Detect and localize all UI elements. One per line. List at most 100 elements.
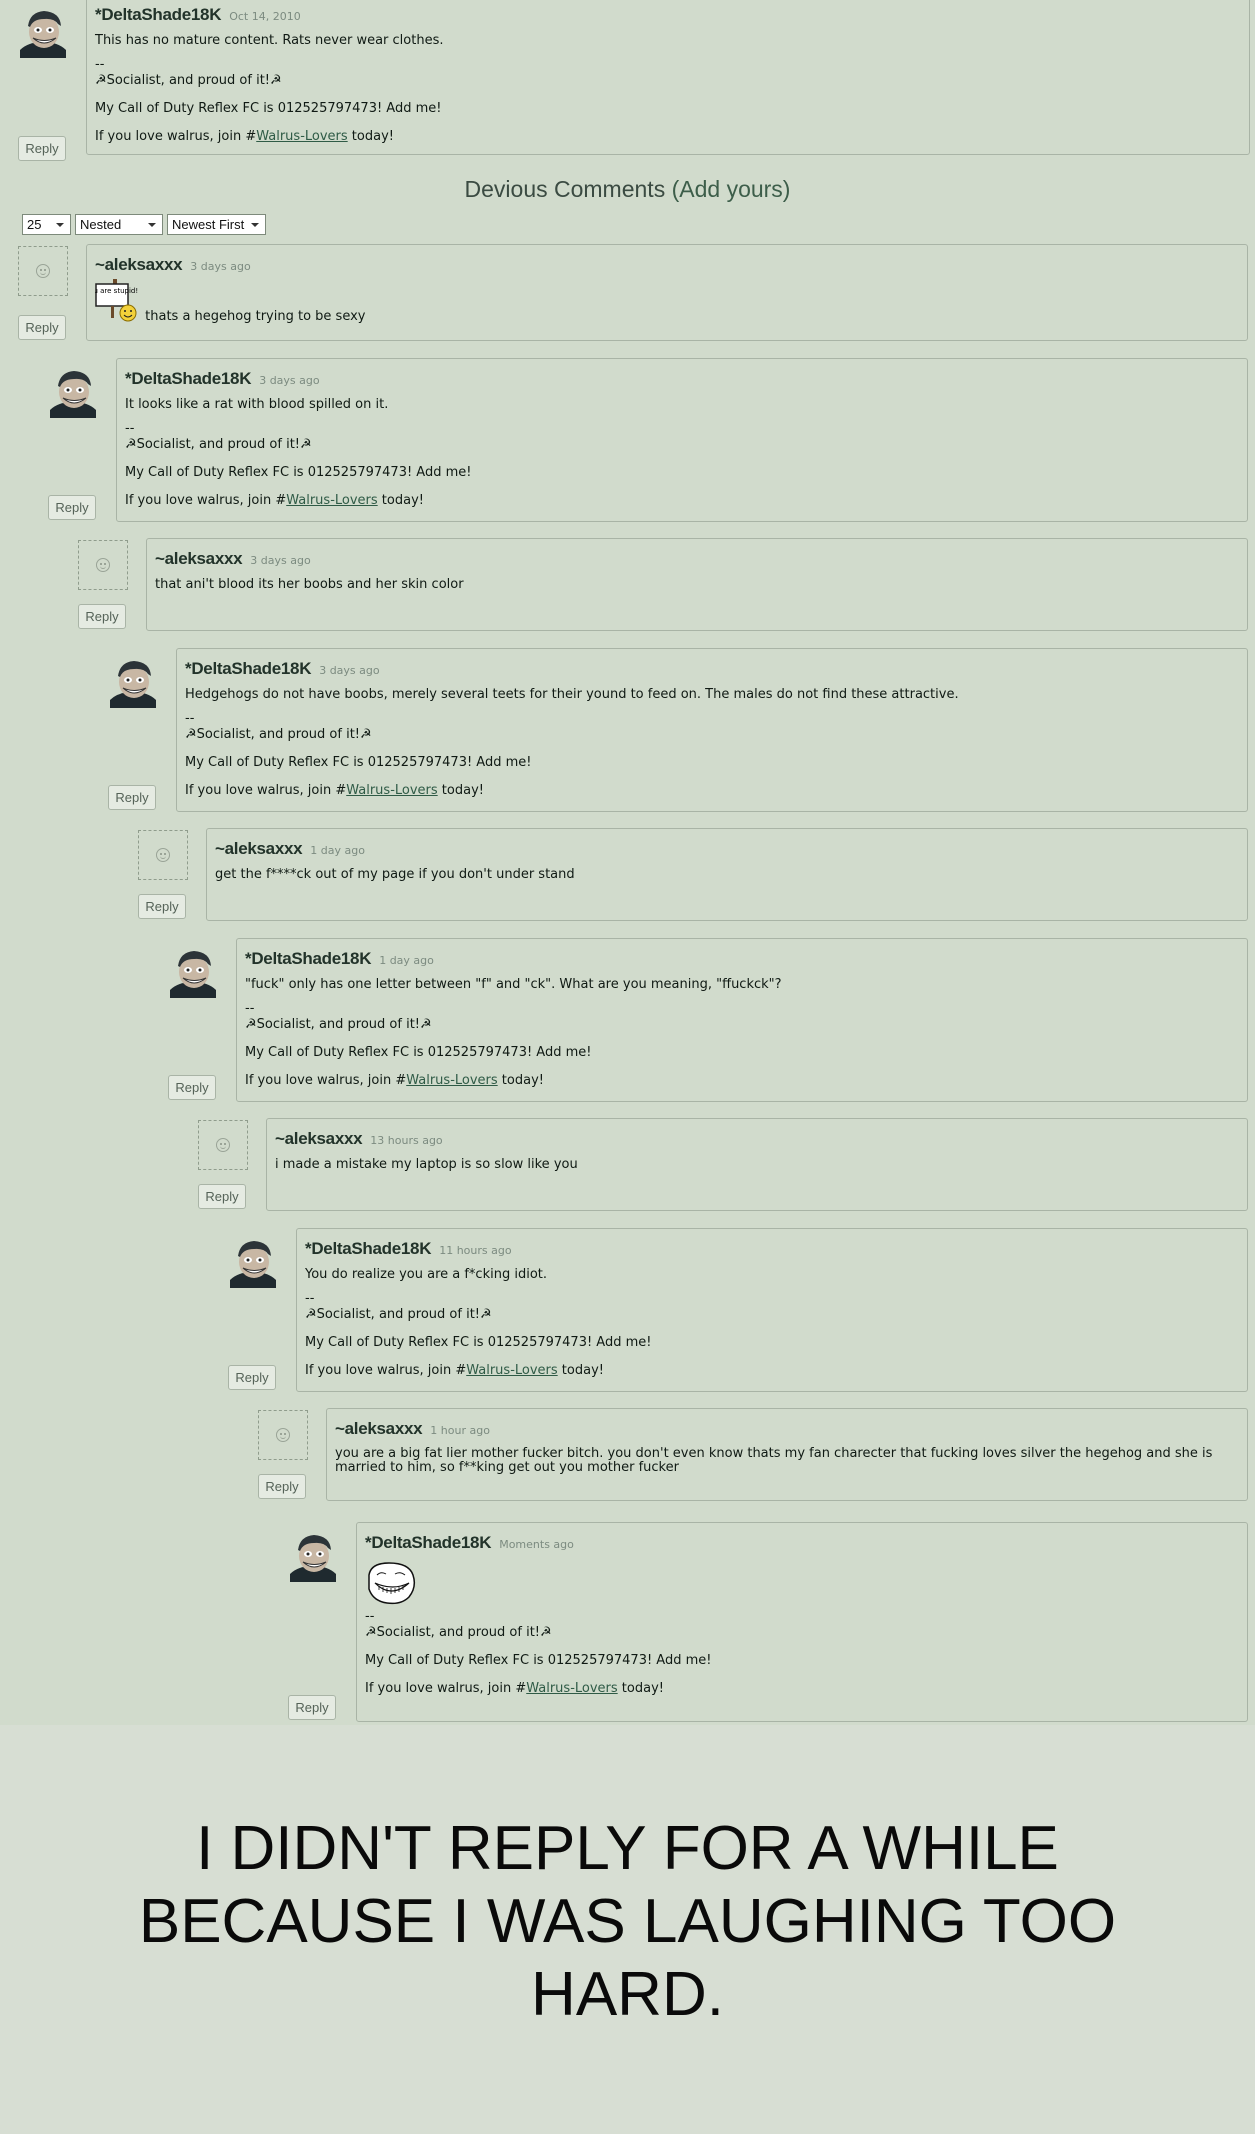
emote-text: You are stupid! xyxy=(95,287,138,295)
reply-button[interactable]: Reply xyxy=(108,785,156,810)
signature-line: My Call of Duty Reflex FC is 01252579747… xyxy=(365,1653,712,1668)
reply-button[interactable]: Reply xyxy=(168,1075,216,1100)
walrus-lovers-link[interactable]: Walrus-Lovers xyxy=(406,1073,497,1088)
reply-button[interactable]: Reply xyxy=(48,495,96,520)
comment-body: you are a big fat lier mother fucker bit… xyxy=(335,1446,1213,1475)
default-avatar[interactable] xyxy=(258,1410,308,1460)
reply-button[interactable]: Reply xyxy=(138,894,186,919)
signature-line: My Call of Duty Reflex FC is 01252579747… xyxy=(95,101,442,116)
walrus-lovers-link[interactable]: Walrus-Lovers xyxy=(346,783,437,798)
comment-box: *DeltaShade18K 1 day ago "fuck" only has … xyxy=(236,938,1248,1102)
signature-separator: -- xyxy=(95,57,105,72)
comment-author[interactable]: *DeltaShade18K xyxy=(95,5,222,24)
comment-body: that ani't blood its her boobs and her s… xyxy=(155,577,464,592)
signature-separator: -- xyxy=(245,1001,255,1016)
face-icon xyxy=(96,558,110,572)
comment-box: ~aleksaxxx 1 day ago get the f****ck out … xyxy=(206,828,1248,921)
comment-author[interactable]: *DeltaShade18K xyxy=(365,1533,492,1552)
signature: -- ☭Socialist, and proud of it!☭ My Call… xyxy=(125,421,1239,509)
default-avatar[interactable] xyxy=(78,540,128,590)
comment-author[interactable]: *DeltaShade18K xyxy=(125,369,252,388)
comment-author[interactable]: ~aleksaxxx xyxy=(335,1419,423,1438)
signature-line: ☭Socialist, and proud of it!☭ xyxy=(95,73,282,88)
signature-separator: -- xyxy=(365,1609,375,1624)
reply-button[interactable]: Reply xyxy=(228,1365,276,1390)
signature-line: If you love walrus, join #Walrus-Lovers … xyxy=(125,493,424,508)
signature-line: ☭Socialist, and proud of it!☭ xyxy=(365,1625,552,1640)
comment-time[interactable]: 1 hour ago xyxy=(430,1424,490,1437)
trollface-emote-icon xyxy=(368,1562,416,1605)
comment-time[interactable]: 3 days ago xyxy=(250,554,310,567)
user-avatar[interactable] xyxy=(108,658,158,708)
per-page-select[interactable]: 25 xyxy=(22,214,71,235)
signature-line: ☭Socialist, and proud of it!☭ xyxy=(125,437,312,452)
signature-separator: -- xyxy=(125,421,135,436)
comment-text: thats a hegehog trying to be sexy xyxy=(145,309,366,324)
comment-author[interactable]: *DeltaShade18K xyxy=(245,949,372,968)
section-title-text: Devious Comments xyxy=(464,176,666,202)
user-avatar[interactable] xyxy=(168,948,218,998)
signature-line: My Call of Duty Reflex FC is 01252579747… xyxy=(305,1335,652,1350)
default-avatar[interactable] xyxy=(138,830,188,880)
signature-line: ☭Socialist, and proud of it!☭ xyxy=(245,1017,432,1032)
walrus-lovers-link[interactable]: Walrus-Lovers xyxy=(256,129,347,144)
user-avatar[interactable] xyxy=(228,1238,278,1288)
comment-time[interactable]: 13 hours ago xyxy=(370,1134,442,1147)
comment-body: get the f****ck out of my page if you do… xyxy=(215,867,575,882)
signature-line: If you love walrus, join #Walrus-Lovers … xyxy=(305,1363,604,1378)
walrus-lovers-link[interactable]: Walrus-Lovers xyxy=(286,493,377,508)
signature-line: If you love walrus, join #Walrus-Lovers … xyxy=(365,1681,664,1696)
signature: -- ☭Socialist, and proud of it!☭ My Call… xyxy=(365,1609,1239,1697)
comment-body: Hedgehogs do not have boobs, merely seve… xyxy=(185,687,959,702)
comment-box: ~aleksaxxx 13 hours ago i made a mistake … xyxy=(266,1118,1248,1211)
meme-caption: I DIDN'T REPLY FOR A WHILE BECAUSE I WAS… xyxy=(138,1814,1117,2029)
comment-time[interactable]: 1 day ago xyxy=(310,844,365,857)
signature-line: If you love walrus, join #Walrus-Lovers … xyxy=(185,783,484,798)
add-comment-link[interactable]: (Add yours) xyxy=(672,176,791,202)
comment-box: ~aleksaxxx 1 hour ago you are a big fat l… xyxy=(326,1408,1248,1501)
comment-author[interactable]: *DeltaShade18K xyxy=(185,659,312,678)
walrus-lovers-link[interactable]: Walrus-Lovers xyxy=(466,1363,557,1378)
default-avatar[interactable] xyxy=(198,1120,248,1170)
user-avatar[interactable] xyxy=(288,1532,338,1582)
comment-box: *DeltaShade18K 3 days ago Hedgehogs do no… xyxy=(176,648,1248,812)
comment-author[interactable]: ~aleksaxxx xyxy=(215,839,303,858)
reply-button[interactable]: Reply xyxy=(198,1184,246,1209)
sort-order-select[interactable]: Newest First xyxy=(167,214,266,235)
user-avatar[interactable] xyxy=(48,368,98,418)
face-icon xyxy=(156,848,170,862)
comment-time[interactable]: 3 days ago xyxy=(190,260,250,273)
signature-line: My Call of Duty Reflex FC is 01252579747… xyxy=(245,1045,592,1060)
comment-body: "fuck" only has one letter between "f" a… xyxy=(245,977,782,992)
view-mode-select[interactable]: Nested xyxy=(75,214,163,235)
comment-time[interactable]: Moments ago xyxy=(499,1538,574,1551)
comment-time[interactable]: 3 days ago xyxy=(259,374,319,387)
signature-separator: -- xyxy=(185,711,195,726)
comment-body: You do realize you are a f*cking idiot. xyxy=(305,1267,547,1282)
comment-body: This has no mature content. Rats never w… xyxy=(95,33,444,48)
signature: -- ☭Socialist, and proud of it!☭ My Call… xyxy=(245,1001,1239,1089)
signature-line: My Call of Duty Reflex FC is 01252579747… xyxy=(185,755,532,770)
comment-time[interactable]: 11 hours ago xyxy=(439,1244,511,1257)
user-avatar[interactable] xyxy=(18,8,68,58)
default-avatar[interactable] xyxy=(18,246,68,296)
reply-button[interactable]: Reply xyxy=(288,1695,336,1720)
comment-author[interactable]: ~aleksaxxx xyxy=(275,1129,363,1148)
comment-author[interactable]: *DeltaShade18K xyxy=(305,1239,432,1258)
comment-author[interactable]: ~aleksaxxx xyxy=(155,549,243,568)
comment-time[interactable]: 1 day ago xyxy=(379,954,434,967)
comment-box: *DeltaShade18K Oct 14, 2010 This has no m… xyxy=(86,0,1250,155)
comment-box: *DeltaShade18K 11 hours ago You do realiz… xyxy=(296,1228,1248,1392)
reply-button[interactable]: Reply xyxy=(78,604,126,629)
reply-button[interactable]: Reply xyxy=(18,315,66,340)
comment-time[interactable]: Oct 14, 2010 xyxy=(229,10,301,23)
reply-button[interactable]: Reply xyxy=(258,1474,306,1499)
comment-author[interactable]: ~aleksaxxx xyxy=(95,255,183,274)
comment-body: It looks like a rat with blood spilled o… xyxy=(125,397,389,412)
face-icon xyxy=(216,1138,230,1152)
comment-time[interactable]: 3 days ago xyxy=(319,664,379,677)
reply-button[interactable]: Reply xyxy=(18,136,66,161)
walrus-lovers-link[interactable]: Walrus-Lovers xyxy=(526,1681,617,1696)
signature-line: If you love walrus, join #Walrus-Lovers … xyxy=(95,129,394,144)
signature-line: ☭Socialist, and proud of it!☭ xyxy=(305,1307,492,1322)
